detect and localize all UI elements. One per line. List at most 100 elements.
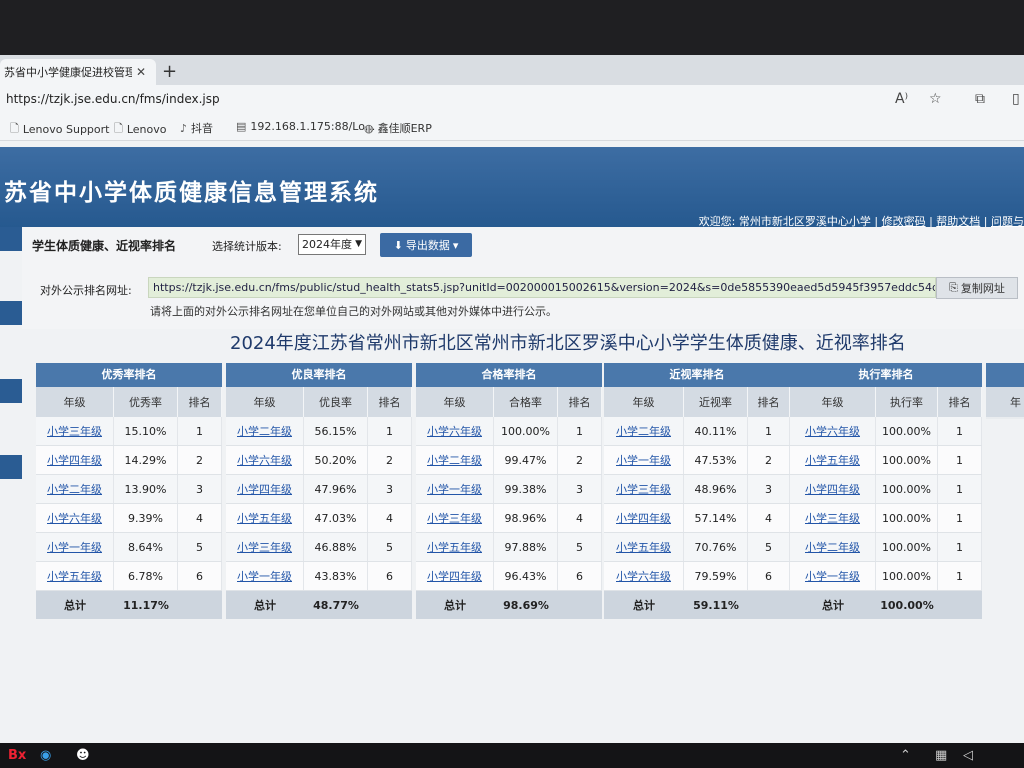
grade-cell: 小学六年级 [226, 446, 304, 474]
favorite-local-server[interactable]: ▤ 192.168.1.175:88/Lo... [236, 120, 375, 133]
grade-link[interactable]: 小学二年级 [427, 452, 482, 468]
rank-cell: 1 [938, 446, 982, 474]
address-bar: https://tzjk.jse.edu.cn/fms/index.jsp A⁾… [0, 85, 1024, 115]
total-value: 100.00% [880, 598, 934, 612]
grade-link[interactable]: 小学五年级 [427, 539, 482, 555]
grade-cell: 小学二年级 [604, 417, 684, 445]
grade-link[interactable]: 小学四年级 [237, 481, 292, 497]
rate-cell: 47.03% [304, 504, 368, 532]
grade-link[interactable]: 小学二年级 [47, 481, 102, 497]
qq-icon[interactable]: ☻ [76, 748, 90, 763]
grade-link[interactable]: 小学六年级 [237, 452, 292, 468]
grade-link[interactable]: 小学四年级 [616, 510, 671, 526]
grade-link[interactable]: 小学六年级 [616, 568, 671, 584]
tray-icon[interactable]: ⌃ [900, 748, 911, 763]
grade-cell: 小学三年级 [416, 504, 494, 532]
grade-link[interactable]: 小学一年级 [427, 481, 482, 497]
download-icon: ⬇ [393, 238, 403, 252]
browser-tab[interactable]: 苏省中小学健康促进校管理系统 ✕ [0, 59, 156, 85]
grade-link[interactable]: 小学四年级 [427, 568, 482, 584]
grade-link[interactable]: 小学一年级 [47, 539, 102, 555]
total-row: 总计 100.00% [790, 591, 982, 619]
rate-cell: 46.88% [304, 533, 368, 561]
grade-link[interactable]: 小学一年级 [805, 568, 860, 584]
total-row: 总计 59.11% [604, 591, 790, 619]
rate-cell: 100.00% [876, 417, 938, 445]
address-input[interactable]: https://tzjk.jse.edu.cn/fms/index.jsp [6, 92, 220, 106]
grade-link[interactable]: 小学五年级 [805, 452, 860, 468]
rate-cell: 15.10% [114, 417, 178, 445]
ranking-table: 近视率排名 年级 近视率 排名 小学二年级 40.11% 1 小学一年级 47.53% 2 小学三年… [604, 363, 790, 619]
new-tab-icon[interactable]: + [162, 61, 177, 82]
extensions-icon[interactable]: ⧉ [975, 91, 985, 107]
tab-close-icon[interactable]: ✕ [136, 65, 146, 79]
grade-cell: 小学六年级 [36, 504, 114, 532]
table-row: 小学六年级 100.00% 1 [790, 417, 982, 446]
grade-link[interactable]: 小学六年级 [427, 423, 482, 439]
export-button[interactable]: ⬇ 导出数据 ▾ [380, 233, 472, 257]
grade-link[interactable]: 小学三年级 [616, 481, 671, 497]
grade-link[interactable]: 小学二年级 [237, 423, 292, 439]
network-icon[interactable]: ▦ [935, 748, 947, 763]
grade-link[interactable]: 小学五年级 [616, 539, 671, 555]
copy-url-button[interactable]: ⎘ 复制网址 [936, 277, 1018, 299]
grade-link[interactable]: 小学一年级 [616, 452, 671, 468]
grade-link[interactable]: 小学三年级 [427, 510, 482, 526]
version-select[interactable]: 2024年度 ▼ [298, 234, 366, 255]
grade-cell: 小学五年级 [604, 533, 684, 561]
system-header: 苏省中小学体质健康信息管理系统 欢迎您: 常州市新北区罗溪中心小学 | 修改密码… [0, 147, 1024, 228]
rate-cell: 100.00% [876, 446, 938, 474]
version-label: 选择统计版本: [212, 240, 282, 253]
grade-link[interactable]: 小学三年级 [805, 510, 860, 526]
split-screen-icon[interactable]: ▯ [1012, 91, 1020, 107]
grade-link[interactable]: 小学六年级 [805, 423, 860, 439]
table-body: 小学二年级 40.11% 1 小学一年级 47.53% 2 小学三年级 48.96% 3 小学四年… [604, 417, 790, 591]
total-label: 总计 [633, 599, 655, 612]
column-header: 排名 [938, 387, 982, 417]
rank-cell: 2 [558, 446, 602, 474]
column-header: 近视率 [684, 387, 748, 417]
tab-title: 苏省中小学健康促进校管理系统 [4, 66, 132, 79]
section-title: 学生体质健康、近视率排名 [32, 239, 177, 253]
grade-cell: 小学三年级 [226, 533, 304, 561]
grade-link[interactable]: 小学三年级 [47, 423, 102, 439]
grade-link[interactable]: 小学二年级 [616, 423, 671, 439]
grade-link[interactable]: 小学二年级 [805, 539, 860, 555]
sidebar-tab[interactable] [0, 455, 22, 479]
column-header: 年级 [416, 387, 494, 417]
favorite-star-icon[interactable]: ☆ [929, 91, 942, 107]
grade-link[interactable]: 小学五年级 [237, 510, 292, 526]
sidebar-tab[interactable] [0, 227, 22, 251]
edge-browser-icon[interactable]: ◉ [40, 748, 51, 763]
grade-link[interactable]: 小学三年级 [237, 539, 292, 555]
column-header: 年级 [790, 387, 876, 417]
grade-link[interactable]: 小学六年级 [47, 510, 102, 526]
favorite-erp[interactable]: ◍ 鑫佳顺ERP [364, 120, 432, 136]
rate-cell: 8.64% [114, 533, 178, 561]
grade-link[interactable]: 小学一年级 [237, 568, 292, 584]
app-icon[interactable]: Bx [8, 748, 26, 763]
tiktok-icon: ♪ [180, 121, 188, 135]
favorite-lenovo[interactable]: 🗋 Lenovo [114, 120, 167, 139]
rank-cell: 5 [748, 533, 790, 561]
grade-link[interactable]: 小学四年级 [805, 481, 860, 497]
column-header: 年级 [604, 387, 684, 417]
read-aloud-icon[interactable]: A⁾ [895, 91, 908, 107]
erp-icon: ◍ [364, 121, 374, 135]
grade-link[interactable]: 小学四年级 [47, 452, 102, 468]
total-label: 总计 [64, 599, 86, 612]
grade-cell: 小学三年级 [36, 417, 114, 445]
sidebar-tab[interactable] [0, 301, 22, 325]
volume-icon[interactable]: ◁ [963, 748, 973, 763]
sidebar-tab[interactable] [0, 379, 22, 403]
rank-cell: 5 [558, 533, 602, 561]
rate-cell: 14.29% [114, 446, 178, 474]
grade-cell: 小学一年级 [604, 446, 684, 474]
grade-cell: 小学一年级 [226, 562, 304, 590]
favorite-lenovo-support[interactable]: 🗋 Lenovo Support [10, 120, 109, 139]
favorite-douyin[interactable]: ♪ 抖音 [180, 120, 213, 136]
grade-link[interactable]: 小学五年级 [47, 568, 102, 584]
public-url-field[interactable]: https://tzjk.jse.edu.cn/fms/public/stud_… [148, 277, 936, 298]
table-row: 小学五年级 97.88% 5 [416, 533, 602, 562]
table-row: 小学五年级 70.76% 5 [604, 533, 790, 562]
